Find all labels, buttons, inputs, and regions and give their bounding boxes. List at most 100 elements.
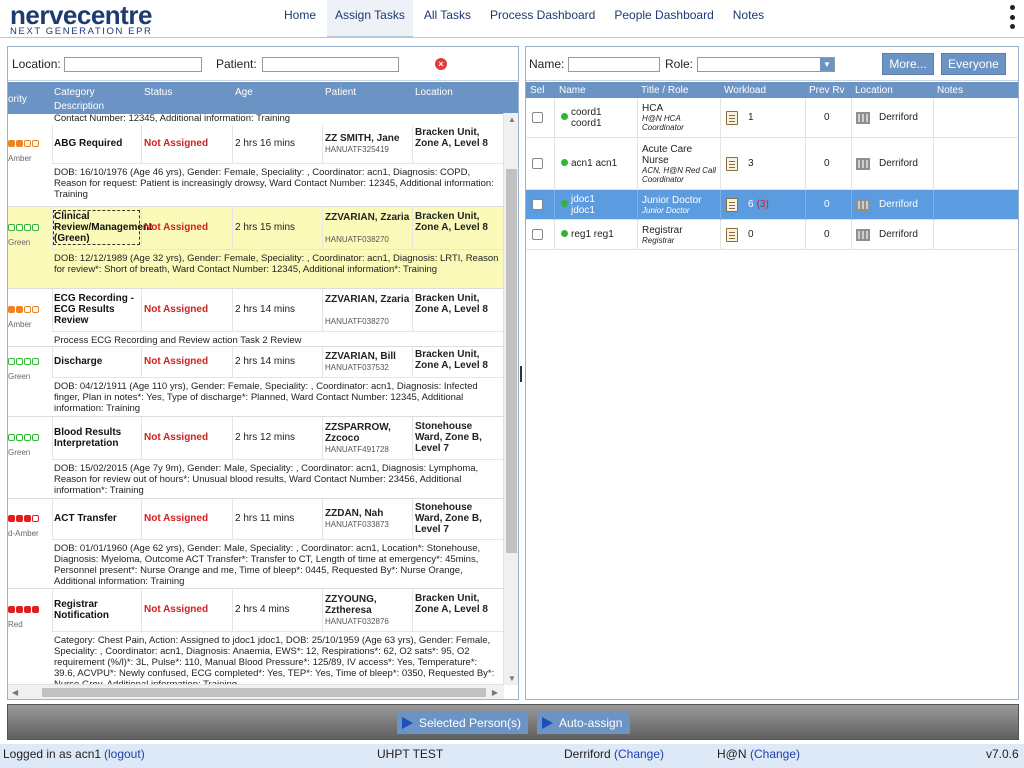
role-label: Role: <box>665 57 694 71</box>
nav-people-dashboard[interactable]: People Dashboard <box>606 0 721 38</box>
col-prev-rv[interactable]: Prev Rv <box>809 85 845 96</box>
auto-assign-button[interactable]: Auto-assign <box>537 712 630 734</box>
patient-name[interactable]: ZZVARIAN, Bill <box>325 351 411 362</box>
more-menu-icon[interactable] <box>1010 5 1016 29</box>
col-notes[interactable]: Notes <box>937 85 963 96</box>
patient-name[interactable]: ZZVARIAN, Zzaria <box>325 294 411 305</box>
priority-indicator <box>8 358 39 365</box>
panel-resize-handle[interactable] <box>520 366 522 382</box>
name-input[interactable] <box>568 57 660 72</box>
clear-filter-icon[interactable]: × <box>435 58 447 70</box>
col-location[interactable]: Location <box>415 87 453 98</box>
task-row[interactable]: Amber ABG Required Not Assigned 2 hrs 16 mi… <box>8 125 504 207</box>
patient-name[interactable]: ZZDAN, Nah <box>325 508 411 519</box>
col-priority[interactable]: ority <box>8 94 27 105</box>
clipboard-icon[interactable] <box>726 157 738 171</box>
task-category[interactable]: Blood Results Interpretation <box>54 427 139 449</box>
task-row[interactable]: Green Discharge Not Assigned 2 hrs 14 mins Z… <box>8 347 504 417</box>
person-row[interactable]: coord1 coord1 HCA H@N HCA Coordinator 1 0 Der… <box>526 98 1018 138</box>
task-category[interactable]: Registrar Notification <box>54 599 139 621</box>
hscroll-thumb[interactable] <box>42 688 486 697</box>
task-row[interactable]: d-Amber ACT Transfer Not Assigned 2 hrs 11 … <box>8 499 504 589</box>
task-row[interactable]: Red Registrar Notification Not Assigned 2 h… <box>8 589 504 685</box>
nav-assign-tasks[interactable]: Assign Tasks <box>327 0 413 38</box>
task-description: DOB: 15/02/2015 (Age 7y 9m), Gender: Mal… <box>54 463 479 496</box>
clipboard-icon[interactable] <box>726 228 738 242</box>
nav-home[interactable]: Home <box>276 0 324 38</box>
change-site-link[interactable]: (Change) <box>614 747 664 761</box>
priority-label: Green <box>8 238 31 247</box>
task-age: 2 hrs 4 mins <box>235 604 290 615</box>
chevron-down-icon[interactable]: ▼ <box>820 58 834 71</box>
priority-indicator <box>8 515 39 522</box>
overdue-count: (3) <box>756 199 769 210</box>
patient-name[interactable]: ZZSPARROW, Zzcoco <box>325 422 411 444</box>
task-age: 2 hrs 15 mins <box>235 222 296 233</box>
task-list-hscrollbar[interactable]: ◀ ▶ <box>8 684 504 699</box>
task-category[interactable]: Clinical Review/Management (Green) <box>53 210 152 245</box>
nav-all-tasks[interactable]: All Tasks <box>416 0 479 38</box>
patient-input[interactable] <box>262 57 399 72</box>
task-row[interactable]: Green Blood Results Interpretation Not Ass… <box>8 417 504 499</box>
workload-count: 1 <box>748 112 757 123</box>
task-list: Contact Number: 12345, Additional inform… <box>8 113 504 685</box>
person-select-checkbox[interactable] <box>532 158 543 169</box>
col-workload[interactable]: Workload <box>724 85 766 96</box>
person-row[interactable]: reg1 reg1 Registrar Registrar 0 0 Derriford <box>526 220 1018 250</box>
col-status[interactable]: Status <box>144 87 172 98</box>
person-name[interactable]: acn1 acn1 <box>571 158 633 169</box>
clipboard-icon[interactable] <box>726 111 738 125</box>
clipboard-icon[interactable] <box>726 198 738 212</box>
location-input[interactable] <box>64 57 202 72</box>
patient-name[interactable]: ZZVARIAN, Zzaria <box>325 212 411 223</box>
more-button[interactable]: More... <box>882 53 934 75</box>
col-patient[interactable]: Patient <box>325 87 356 98</box>
task-location: Stonehouse Ward, Zone B, Level 7 <box>415 421 482 454</box>
col-age[interactable]: Age <box>235 87 253 98</box>
patient-name[interactable]: ZZYOUNG, Zztheresa <box>325 594 411 616</box>
nav-notes[interactable]: Notes <box>725 0 772 38</box>
nav-process-dashboard[interactable]: Process Dashboard <box>482 0 603 38</box>
person-row[interactable]: jdoc1 jdoc1 Junior Doctor Junior Doctor 6 (3… <box>526 190 1018 220</box>
task-category[interactable]: Discharge <box>54 356 139 367</box>
task-list-scrollbar[interactable]: ▲ ▼ <box>503 113 518 685</box>
priority-label: Amber <box>8 320 32 329</box>
change-team-link[interactable]: (Change) <box>750 747 800 761</box>
site-name: Derriford <box>564 747 611 761</box>
person-row[interactable]: acn1 acn1 Acute Care Nurse ACN, H@N Red Ca… <box>526 138 1018 190</box>
play-icon <box>402 717 413 729</box>
task-row[interactable]: Green Clinical Review/Management (Green) N… <box>8 207 504 289</box>
col-category[interactable]: Category <box>54 87 95 98</box>
task-panel: Location: Patient: × ority Category Desc… <box>7 46 519 700</box>
person-name[interactable]: jdoc1 jdoc1 <box>571 194 607 216</box>
person-select-checkbox[interactable] <box>532 199 543 210</box>
person-name[interactable]: coord1 coord1 <box>571 107 607 129</box>
task-status: Not Assigned <box>144 432 209 443</box>
building-icon <box>856 199 870 211</box>
task-description: DOB: 01/01/1960 (Age 62 yrs), Gender: Ma… <box>54 543 481 587</box>
col-title-role[interactable]: Title / Role <box>641 85 688 96</box>
col-description[interactable]: Description <box>54 101 104 112</box>
task-category[interactable]: ABG Required <box>54 138 139 149</box>
task-category[interactable]: ACT Transfer <box>54 513 139 524</box>
logout-link[interactable]: (logout) <box>104 747 145 761</box>
person-select-checkbox[interactable] <box>532 112 543 123</box>
app-logo[interactable]: nervecentre NEXT GENERATION EPR <box>10 0 152 36</box>
patient-name[interactable]: ZZ SMITH, Jane <box>325 133 411 144</box>
selected-persons-button[interactable]: Selected Person(s) <box>397 712 528 734</box>
scroll-thumb[interactable] <box>506 169 517 553</box>
online-status-icon <box>561 113 568 120</box>
person-select-checkbox[interactable] <box>532 229 543 240</box>
everyone-button[interactable]: Everyone <box>941 53 1006 75</box>
col-name[interactable]: Name <box>559 85 586 96</box>
col-sel[interactable]: Sel <box>530 85 544 96</box>
task-description: DOB: 04/12/1911 (Age 110 yrs), Gender: F… <box>54 381 478 414</box>
person-name[interactable]: reg1 reg1 <box>571 229 633 240</box>
task-row[interactable]: Amber ECG Recording - ECG Results Review N… <box>8 289 504 347</box>
col-location[interactable]: Location <box>855 85 893 96</box>
logo-subtitle: NEXT GENERATION EPR <box>10 26 153 37</box>
task-status: Not Assigned <box>144 356 209 367</box>
role-select[interactable]: ▼ <box>697 57 835 72</box>
task-status: Not Assigned <box>144 138 209 149</box>
task-category[interactable]: ECG Recording - ECG Results Review <box>54 293 139 326</box>
